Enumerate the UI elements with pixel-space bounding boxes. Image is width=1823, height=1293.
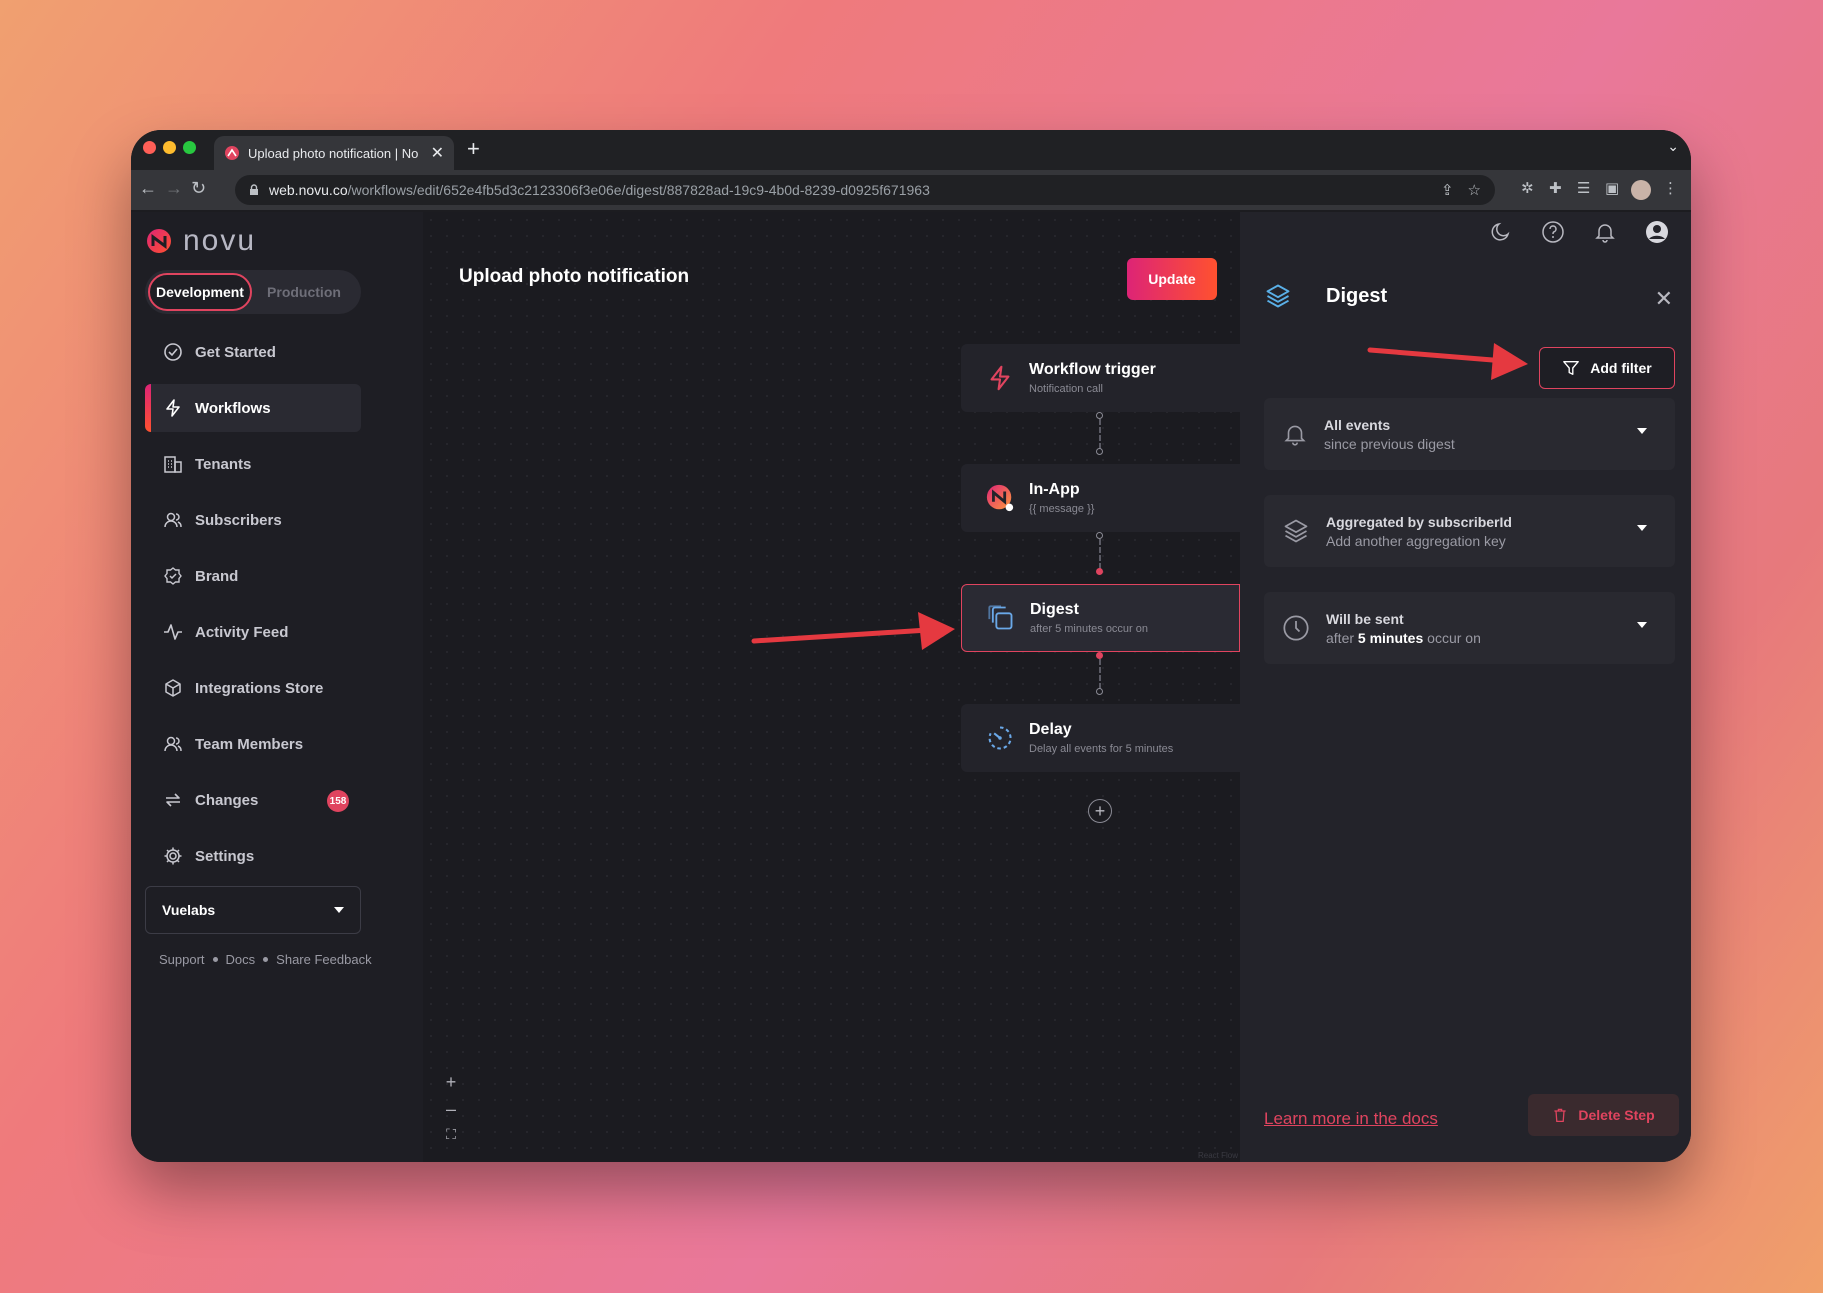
arrow-to-digest-node: [751, 612, 955, 650]
arrow-to-add-filter: [1367, 343, 1528, 380]
annotation-arrows: [751, 343, 1528, 650]
